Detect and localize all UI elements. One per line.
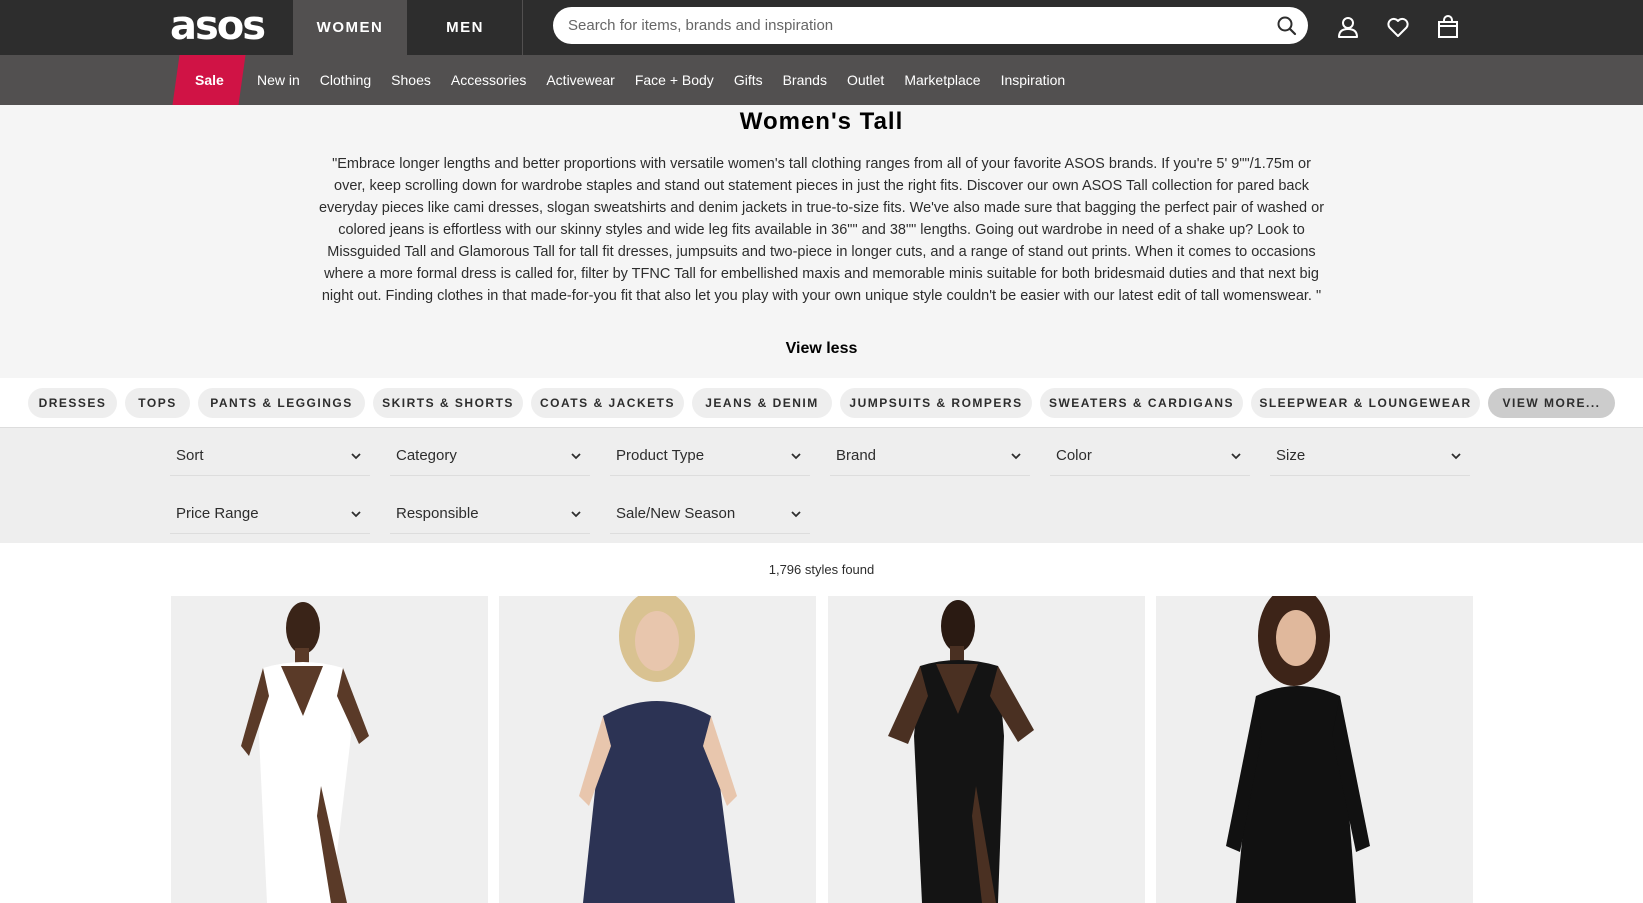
product-card[interactable] [499,596,816,903]
filter-product-type[interactable]: Product Type [610,436,810,476]
chip-coats-jackets[interactable]: COATS & JACKETS [531,388,684,418]
category-description: "Embrace longer lengths and better propo… [318,156,1325,304]
nav-item-accessories[interactable]: Accessories [451,72,526,88]
product-image [1156,596,1473,903]
nav-item-activewear[interactable]: Activewear [546,72,614,88]
filter-label: Color [1056,447,1092,464]
nav-item-marketplace[interactable]: Marketplace [904,72,980,88]
nav-item-sale[interactable]: Sale [172,55,246,105]
nav-item-shoes[interactable]: Shoes [391,72,431,88]
chip-tops[interactable]: TOPS [125,388,190,418]
heart-icon[interactable] [1385,14,1411,40]
category-nav: Sale New in Clothing Shoes Accessories A… [0,55,1643,105]
chip-jeans-denim[interactable]: JEANS & DENIM [692,388,832,418]
sale-label: Sale [194,72,224,88]
filter-label: Responsible [396,505,479,522]
product-image [499,596,816,903]
nav-item-outlet[interactable]: Outlet [847,72,884,88]
filter-label: Brand [836,447,877,464]
chevron-down-icon [351,453,361,460]
chip-jumpsuits-rompers[interactable]: JUMPSUITS & ROMPERS [840,388,1032,418]
asos-logo[interactable]: asos [170,6,266,46]
nav-item-clothing[interactable]: Clothing [320,72,371,88]
page-title: Women's Tall [739,108,904,135]
results-count: 1,796 styles found [768,562,875,577]
product-card[interactable] [1156,596,1473,903]
filter-category[interactable]: Category [390,436,590,476]
chip-skirts-shorts[interactable]: SKIRTS & SHORTS [373,388,523,418]
chip-dresses[interactable]: DRESSES [28,388,117,418]
product-image [171,596,488,903]
divider [522,0,523,55]
product-image [828,596,1145,903]
chip-sweaters-cardigans[interactable]: SWEATERS & CARDIGANS [1040,388,1243,418]
chip-view-more[interactable]: VIEW MORE... [1488,388,1615,418]
filter-bar: Sort Category Product Type Brand Color S… [0,428,1643,543]
filter-price-range[interactable]: Price Range [170,494,370,534]
nav-item-inspiration[interactable]: Inspiration [1001,72,1066,88]
category-chips: DRESSES TOPS PANTS & LEGGINGS SKIRTS & S… [0,378,1643,428]
top-bar: asos WOMEN MEN [0,0,1643,55]
product-card[interactable] [828,596,1145,903]
nav-items: New in Clothing Shoes Accessories Active… [257,55,1085,105]
chevron-down-icon [351,511,361,518]
nav-item-face-body[interactable]: Face + Body [635,72,714,88]
view-less-button[interactable]: View less [0,340,1643,358]
nav-item-brands[interactable]: Brands [783,72,827,88]
chevron-down-icon [791,511,801,518]
filter-label: Product Type [616,447,705,464]
nav-item-new-in[interactable]: New in [257,72,300,88]
filter-size[interactable]: Size [1270,436,1470,476]
product-card[interactable] [171,596,488,903]
search-input[interactable] [553,7,1253,44]
chevron-down-icon [571,453,581,460]
chevron-down-icon [1451,453,1461,460]
filter-label: Sale/New Season [616,505,736,522]
filter-label: Category [396,447,457,464]
bag-icon[interactable] [1435,14,1461,40]
filter-responsible[interactable]: Responsible [390,494,590,534]
chevron-down-icon [1231,453,1241,460]
filter-brand[interactable]: Brand [830,436,1030,476]
tab-men[interactable]: MEN [408,0,522,55]
chip-sleepwear-loungewear[interactable]: SLEEPWEAR & LOUNGEWEAR [1251,388,1480,418]
chevron-down-icon [1011,453,1021,460]
filter-sort[interactable]: Sort [170,436,370,476]
filter-color[interactable]: Color [1050,436,1250,476]
tab-women[interactable]: WOMEN [293,0,407,55]
search-bar [553,7,1308,44]
filter-label: Price Range [176,505,259,522]
filter-label: Sort [176,447,204,464]
filter-sale-new-season[interactable]: Sale/New Season [610,494,810,534]
nav-item-gifts[interactable]: Gifts [734,72,763,88]
account-icon[interactable] [1335,14,1361,40]
filter-label: Size [1276,447,1306,464]
chevron-down-icon [571,511,581,518]
search-icon[interactable] [1276,15,1298,37]
chevron-down-icon [791,453,801,460]
category-header: Women's Tall "Embrace longer lengths and… [0,105,1643,378]
chip-pants-leggings[interactable]: PANTS & LEGGINGS [198,388,365,418]
